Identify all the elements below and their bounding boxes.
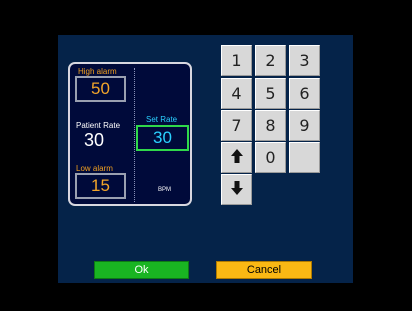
patient-rate-value: 30 [84,130,105,150]
set-rate-label: Set Rate [146,115,178,124]
key-up[interactable] [221,142,252,173]
key-3[interactable]: 3 [289,45,320,76]
low-alarm-field[interactable]: 15 [75,173,126,199]
set-rate-dialog: High alarm 50 Patient Rate 30 Set Rate 3… [58,35,353,283]
low-alarm-label: Low alarm [76,164,113,173]
set-rate-field[interactable]: 30 [136,125,189,151]
panel-divider [134,68,135,202]
key-8[interactable]: 8 [255,110,286,141]
patient-rate-label: Patient Rate [76,121,121,130]
key-4[interactable]: 4 [221,78,252,109]
high-alarm-field[interactable]: 50 [75,76,126,102]
key-down[interactable] [221,174,252,205]
key-9[interactable]: 9 [289,110,320,141]
key-5[interactable]: 5 [255,78,286,109]
high-alarm-label: High alarm [78,67,117,76]
key-6[interactable]: 6 [289,78,320,109]
unit-label: BPM [158,187,172,193]
rate-panel: High alarm 50 Patient Rate 30 Set Rate 3… [68,62,192,206]
arrow-down-icon [230,180,243,199]
ok-button[interactable]: Ok [94,261,189,279]
key-blank[interactable] [289,142,320,173]
key-1[interactable]: 1 [221,45,252,76]
key-2[interactable]: 2 [255,45,286,76]
key-7[interactable]: 7 [221,110,252,141]
cancel-button[interactable]: Cancel [216,261,312,279]
arrow-up-icon [230,148,243,167]
key-0[interactable]: 0 [255,142,286,173]
